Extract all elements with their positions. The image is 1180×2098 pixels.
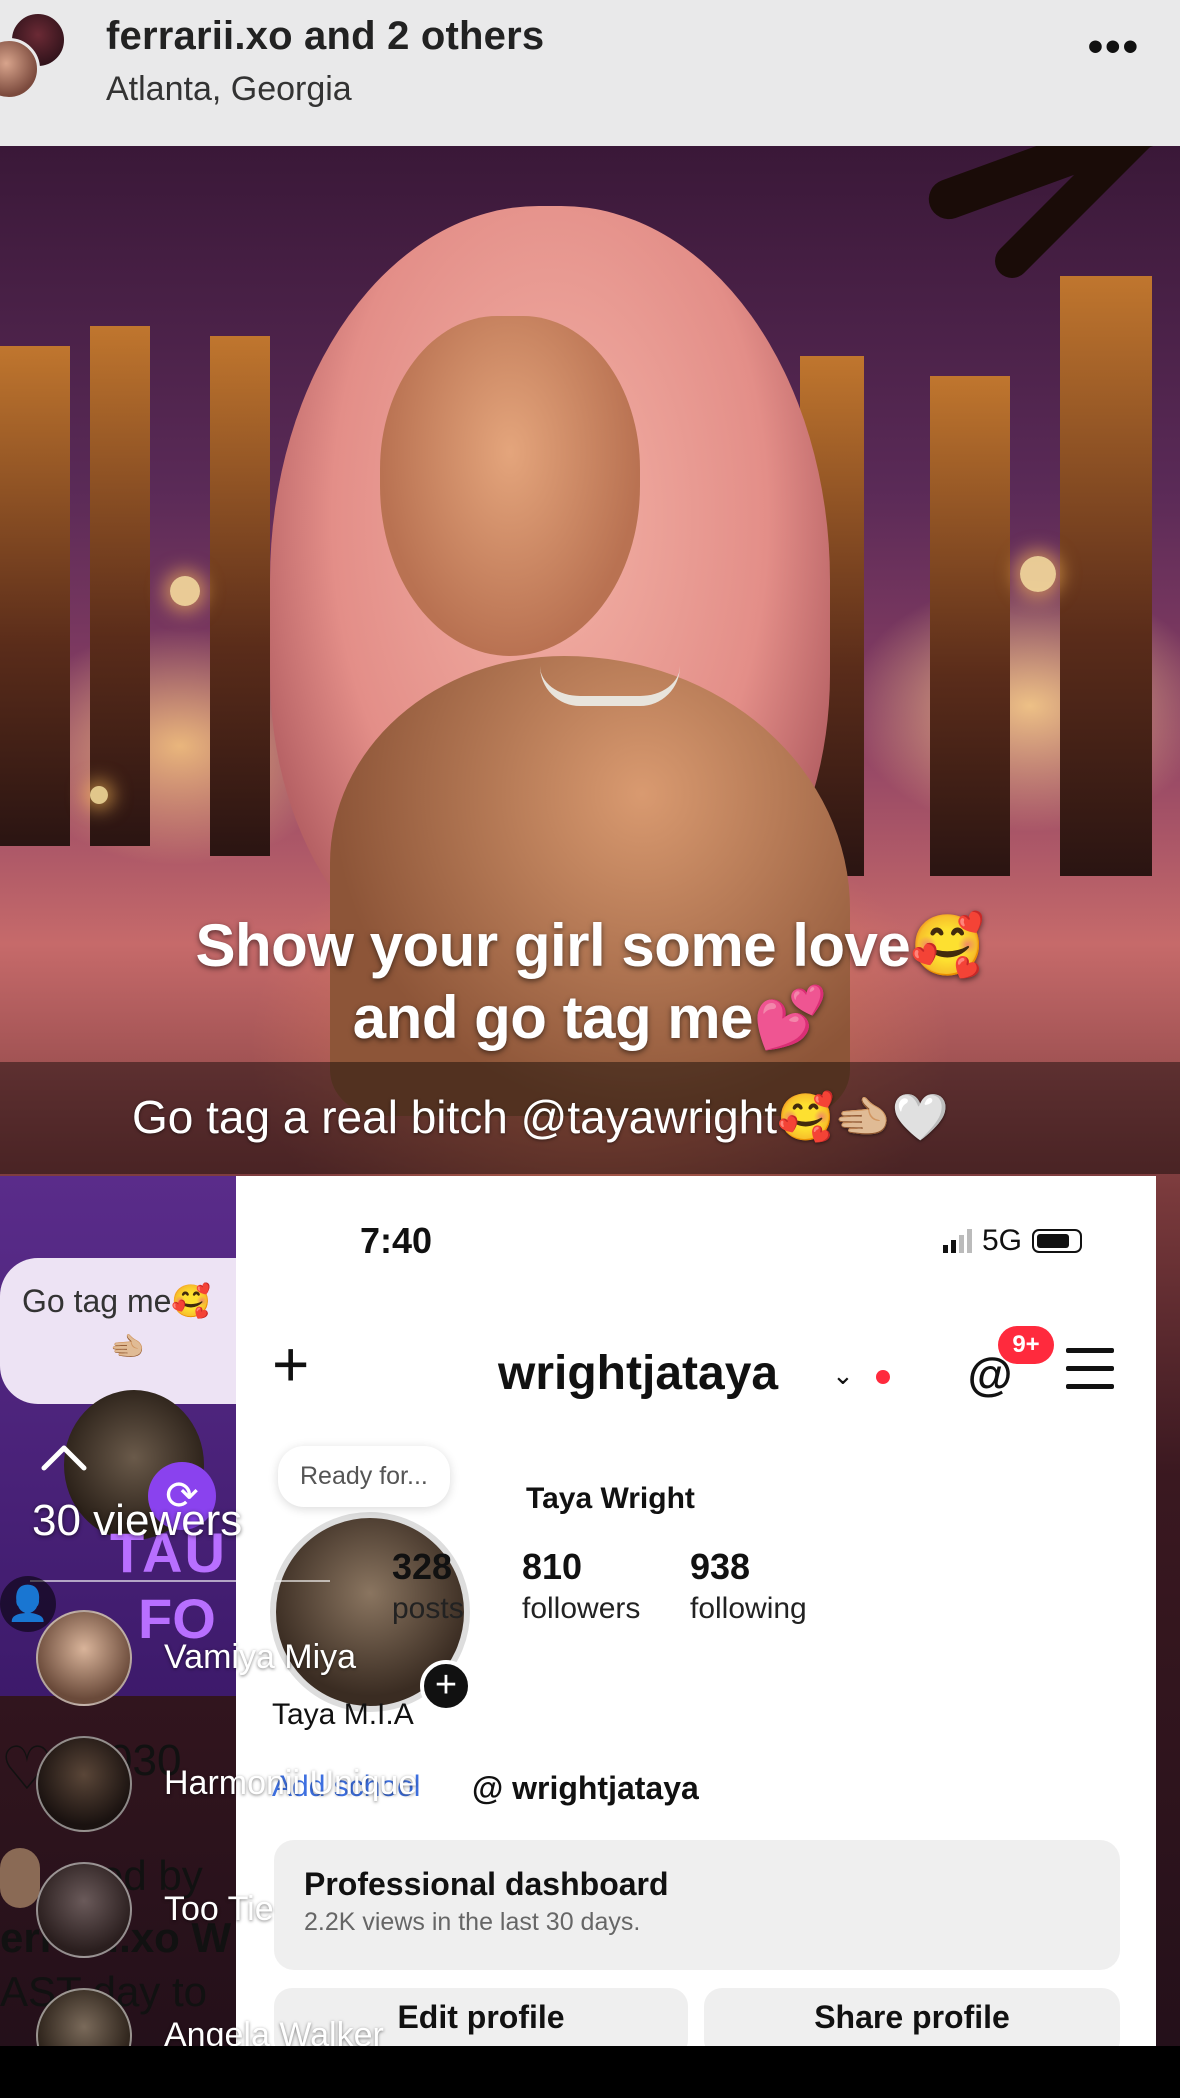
status-indicators: 5G [942,1224,1082,1258]
light-bokeh [1020,556,1056,592]
professional-dashboard[interactable] [274,1840,1120,1970]
author-avatars[interactable] [0,12,70,122]
create-post-icon[interactable]: + [272,1332,309,1396]
profile-screenshot: 7:40 5G + wrightjataya ⌄ @ 9+ Ready for.… [236,1176,1156,2058]
story-location[interactable]: Atlanta, Georgia [106,70,352,109]
skyline-building [930,376,1010,876]
necklace [540,666,680,706]
avatar [0,1848,40,1908]
display-name: Taya Wright [526,1482,695,1515]
note-bubble[interactable]: Ready for... [278,1446,450,1507]
stat-value: 810 [522,1546,583,1587]
notification-badge: 9+ [998,1326,1054,1364]
more-icon[interactable]: ••• [1088,22,1140,72]
story-subcaption: Go tag a real bitch @tayawright🥰🫲🏼🤍 [132,1091,949,1143]
viewers-count[interactable]: 30 viewers [32,1496,242,1546]
stat-label: posts [392,1592,464,1625]
network-label: 5G [981,1224,1022,1257]
note-emoji: 🫲🏼 [110,1331,145,1362]
story-caption: Show your girl some love🥰 and go tag me💕 [0,910,1180,1054]
story-header: ferrarii.xo and 2 others Atlanta, Georgi… [0,0,1180,146]
light-bokeh [170,576,200,606]
skyline-building [0,346,70,846]
avatar[interactable] [36,1610,132,1706]
chevron-down-icon[interactable]: ⌄ [832,1360,854,1391]
profile-username[interactable]: wrightjataya [498,1346,778,1401]
avatar[interactable] [36,1862,132,1958]
subject-face [380,316,640,656]
avatar[interactable] [36,1736,132,1832]
threads-icon: @ [472,1770,513,1806]
bio-name: Taya M.I.A [272,1698,414,1731]
viewer-name[interactable]: Harmonii Unique [164,1764,417,1803]
story-author-title[interactable]: ferrarii.xo and 2 others [106,14,544,59]
divider [30,1580,330,1582]
stat-following[interactable]: 938 following [690,1546,807,1626]
stat-followers[interactable]: 810 followers [522,1546,640,1626]
person-icon[interactable]: 👤 [0,1576,56,1632]
viewer-name[interactable]: Too Tie [164,1890,274,1929]
dashboard-subtitle: 2.2K views in the last 30 days. [304,1908,641,1936]
note-text: Go tag me🥰 [22,1283,212,1319]
stat-value: 938 [690,1546,751,1587]
chevron-up-icon[interactable] [40,1442,88,1472]
skyline-building [1060,276,1152,876]
viewer-name[interactable]: Vamiya Miya [164,1638,356,1677]
status-time: 7:40 [360,1220,433,1261]
signal-icon [942,1229,972,1253]
stat-label: following [690,1592,807,1625]
stat-label: followers [522,1592,641,1625]
stat-value: 328 [392,1546,453,1587]
notification-dot [876,1370,890,1384]
skyline-building [210,336,270,856]
threads-link[interactable]: @ wrightjataya [472,1770,699,1807]
add-story-button[interactable]: + [420,1660,472,1712]
battery-icon [1032,1229,1082,1253]
dashboard-title: Professional dashboard [304,1866,669,1902]
threads-handle: wrightjataya [512,1770,699,1806]
light-bokeh [90,786,108,804]
bottom-bar [0,2046,1180,2098]
skyline-building [90,326,150,846]
hamburger-menu-icon[interactable] [1066,1348,1114,1390]
stat-posts[interactable]: 328 posts [392,1546,464,1626]
caption-line: and go tag me💕 [352,984,828,1051]
caption-line: Show your girl some love🥰 [195,912,985,979]
